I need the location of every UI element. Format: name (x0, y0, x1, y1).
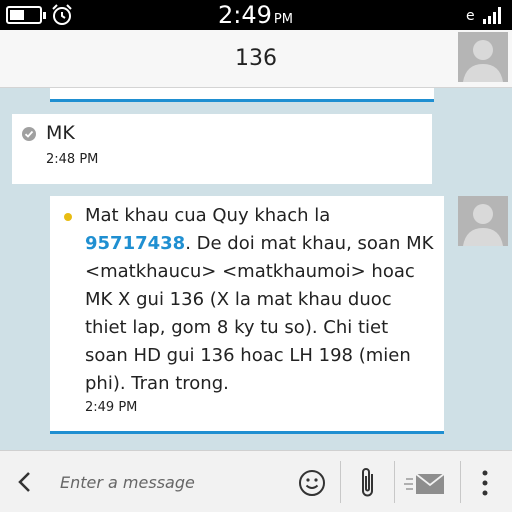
attach-icon[interactable] (356, 465, 380, 501)
avatar-icon[interactable] (458, 196, 508, 246)
battery-icon (6, 6, 46, 24)
avatar-icon[interactable] (458, 32, 508, 82)
message-list[interactable]: MK 2:48 PM Mat khau cua Quy khach la 957… (0, 88, 512, 450)
back-icon[interactable] (14, 470, 36, 494)
divider (394, 461, 395, 503)
status-bar: 2:49 PM e (0, 0, 512, 30)
previous-message-bubble (50, 88, 434, 102)
menu-icon[interactable] (480, 468, 490, 498)
outgoing-message-bubble[interactable]: MK 2:48 PM (12, 114, 432, 184)
phone-number-link[interactable]: 95717438 (85, 233, 185, 254)
message-text: MK (46, 122, 75, 144)
message-timestamp: 2:48 PM (46, 152, 99, 167)
sent-check-icon (22, 127, 36, 141)
network-type-label: e (466, 8, 475, 24)
divider (460, 461, 461, 503)
emoji-icon[interactable] (298, 469, 326, 497)
unread-dot (64, 213, 72, 221)
alarm-icon (52, 4, 72, 25)
signal-icon (483, 7, 501, 24)
status-clock: 2:49 PM (218, 1, 293, 29)
contact-name[interactable]: 136 (0, 30, 512, 88)
message-timestamp: 2:49 PM (85, 400, 138, 415)
incoming-message-bubble[interactable]: Mat khau cua Quy khach la 95717438. De d… (50, 196, 444, 434)
conversation-header: 136 (0, 30, 512, 88)
message-text: Mat khau cua Quy khach la 95717438. De d… (85, 205, 434, 394)
message-input[interactable] (60, 465, 290, 499)
send-icon[interactable] (404, 471, 446, 497)
divider (340, 461, 341, 503)
composer-bar (0, 450, 512, 512)
